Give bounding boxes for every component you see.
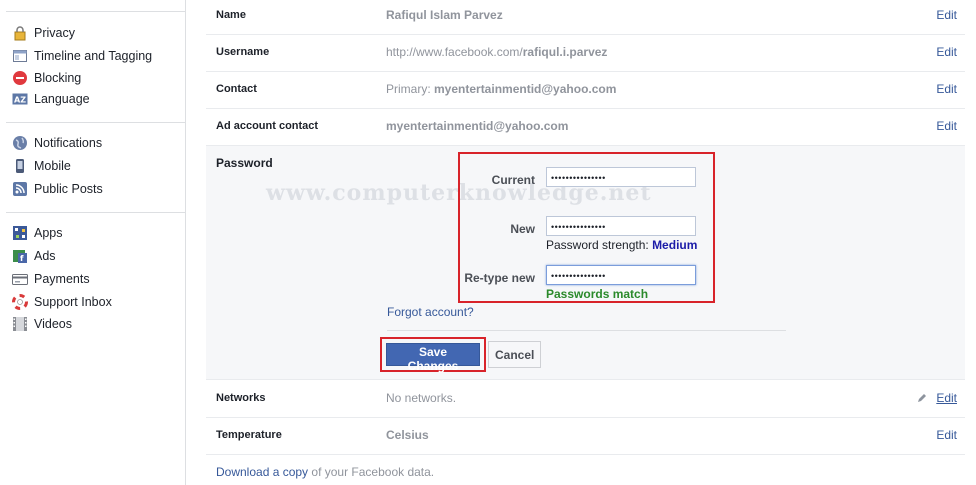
download-copy-link[interactable]: Download a copy — [216, 465, 308, 479]
username-value: http://www.facebook.com/rafiqul.i.parvez — [386, 34, 607, 70]
sidebar-item-label: Support Inbox — [34, 295, 112, 309]
download-data-footer: Download a copy of your Facebook data. — [216, 465, 434, 479]
name-value: Rafiqul Islam Parvez — [386, 8, 503, 22]
sidebar-item-ads[interactable]: f Ads — [12, 246, 56, 266]
row-label: Username — [216, 46, 270, 58]
edit-temperature-link[interactable]: Edit — [936, 417, 957, 453]
sidebar-item-label: Videos — [34, 317, 72, 331]
strength-prefix: Password strength: — [546, 238, 653, 252]
sidebar-item-label: Language — [34, 92, 90, 106]
row-label: Ad account contact — [216, 120, 319, 132]
username-handle: rafiqul.i.parvez — [522, 45, 608, 59]
sidebar-item-notifications[interactable]: Notifications — [12, 133, 102, 153]
settings-row-networks[interactable]: Networks No networks. Edit — [206, 380, 965, 418]
settings-row-temperature[interactable]: Temperature Celsius Edit — [206, 417, 965, 455]
footer-text: of your Facebook data. — [308, 465, 435, 479]
edit-name-link[interactable]: Edit — [936, 0, 957, 33]
edit-username-link[interactable]: Edit — [936, 34, 957, 70]
password-title: Password — [216, 156, 273, 170]
sidebar-item-label: Apps — [34, 226, 63, 240]
block-icon — [12, 70, 28, 86]
row-label: Networks — [216, 392, 266, 404]
save-changes-button[interactable]: Save Changes — [386, 343, 480, 373]
sidebar-item-language[interactable]: AZ Language — [12, 89, 90, 109]
row-label: Name — [216, 9, 246, 21]
sidebar-item-apps[interactable]: Apps — [12, 223, 63, 243]
current-password-input[interactable]: ••••••••••••••• — [546, 167, 696, 187]
settings-row-username[interactable]: Username http://www.facebook.com/rafiqul… — [206, 34, 965, 72]
edit-ad-contact-link[interactable]: Edit — [936, 108, 957, 144]
globe-icon — [12, 135, 28, 151]
sidebar-divider — [6, 122, 185, 123]
language-icon: AZ — [12, 91, 28, 107]
rss-icon — [12, 181, 28, 197]
contact-email: myentertainmentid@yahoo.com — [434, 82, 617, 96]
username-prefix: http://www.facebook.com/ — [386, 45, 523, 59]
sidebar-divider — [6, 212, 185, 213]
film-icon — [12, 316, 28, 332]
ads-icon: f — [12, 248, 28, 264]
contact-value: Primary: myentertainmentid@yahoo.com — [386, 71, 616, 107]
edit-networks-link[interactable]: Edit — [936, 380, 957, 416]
current-password-label: Current — [491, 173, 535, 187]
timeline-icon — [12, 48, 28, 64]
password-fields-highlight: Current ••••••••••••••• New ••••••••••••… — [458, 152, 715, 303]
sidebar-item-videos[interactable]: Videos — [12, 314, 72, 334]
password-panel: Password www.computerknowledge.net Curre… — [206, 146, 965, 380]
sidebar-item-label: Notifications — [34, 136, 103, 150]
sidebar-item-timeline-tagging[interactable]: Timeline and Tagging — [12, 46, 152, 66]
edit-contact-link[interactable]: Edit — [936, 71, 957, 107]
sidebar-item-support-inbox[interactable]: Support Inbox — [12, 292, 112, 312]
sidebar-item-payments[interactable]: Payments — [12, 269, 90, 289]
strength-value: Medium — [652, 238, 698, 252]
sidebar-item-label: Privacy — [34, 26, 75, 40]
sidebar-item-privacy[interactable]: Privacy — [12, 23, 75, 43]
retype-password-input[interactable]: ••••••••••••••• — [546, 265, 696, 285]
svg-text:AZ: AZ — [14, 96, 26, 105]
settings-row-name[interactable]: Name Rafiqul Islam Parvez Edit — [206, 0, 965, 35]
sidebar-item-label: Payments — [34, 272, 90, 286]
svg-text:f: f — [20, 254, 24, 263]
sidebar-item-mobile[interactable]: Mobile — [12, 156, 71, 176]
cancel-button[interactable]: Cancel — [488, 341, 541, 368]
password-divider — [387, 330, 786, 331]
password-strength: Password strength: Medium — [546, 238, 697, 252]
payments-icon — [12, 271, 28, 287]
sidebar-item-label: Mobile — [34, 159, 71, 173]
retype-password-label: Re-type new — [464, 271, 535, 285]
lock-icon — [12, 25, 28, 41]
forgot-account-link[interactable]: Forgot account? — [387, 305, 474, 319]
passwords-match-status: Passwords match — [546, 287, 649, 301]
new-password-input[interactable]: ••••••••••••••• — [546, 216, 696, 236]
ad-contact-value: myentertainmentid@yahoo.com — [386, 119, 569, 133]
sidebar-item-label: Ads — [34, 249, 56, 263]
row-label: Contact — [216, 83, 257, 95]
sidebar-item-label: Blocking — [34, 71, 82, 85]
pencil-icon[interactable] — [917, 392, 927, 402]
sidebar-item-blocking[interactable]: Blocking — [12, 68, 81, 88]
save-button-highlight: Save Changes — [380, 337, 486, 373]
temperature-value: Celsius — [386, 428, 429, 442]
mobile-icon — [12, 158, 28, 174]
apps-icon — [12, 225, 28, 241]
sidebar-item-public-posts[interactable]: Public Posts — [12, 179, 103, 199]
row-label: Temperature — [216, 429, 282, 441]
settings-row-ad-contact[interactable]: Ad account contact myentertainmentid@yah… — [206, 108, 965, 146]
sidebar-item-label: Timeline and Tagging — [34, 49, 153, 63]
lifebuoy-icon — [12, 294, 28, 310]
settings-row-contact[interactable]: Contact Primary: myentertainmentid@yahoo… — [206, 71, 965, 109]
new-password-label: New — [510, 222, 535, 236]
settings-sidebar: Privacy Timeline and Tagging Blocking AZ… — [0, 0, 186, 485]
contact-prefix: Primary: — [386, 82, 434, 96]
sidebar-divider — [6, 11, 185, 12]
sidebar-item-label: Public Posts — [34, 182, 103, 196]
networks-value: No networks. — [386, 391, 457, 405]
